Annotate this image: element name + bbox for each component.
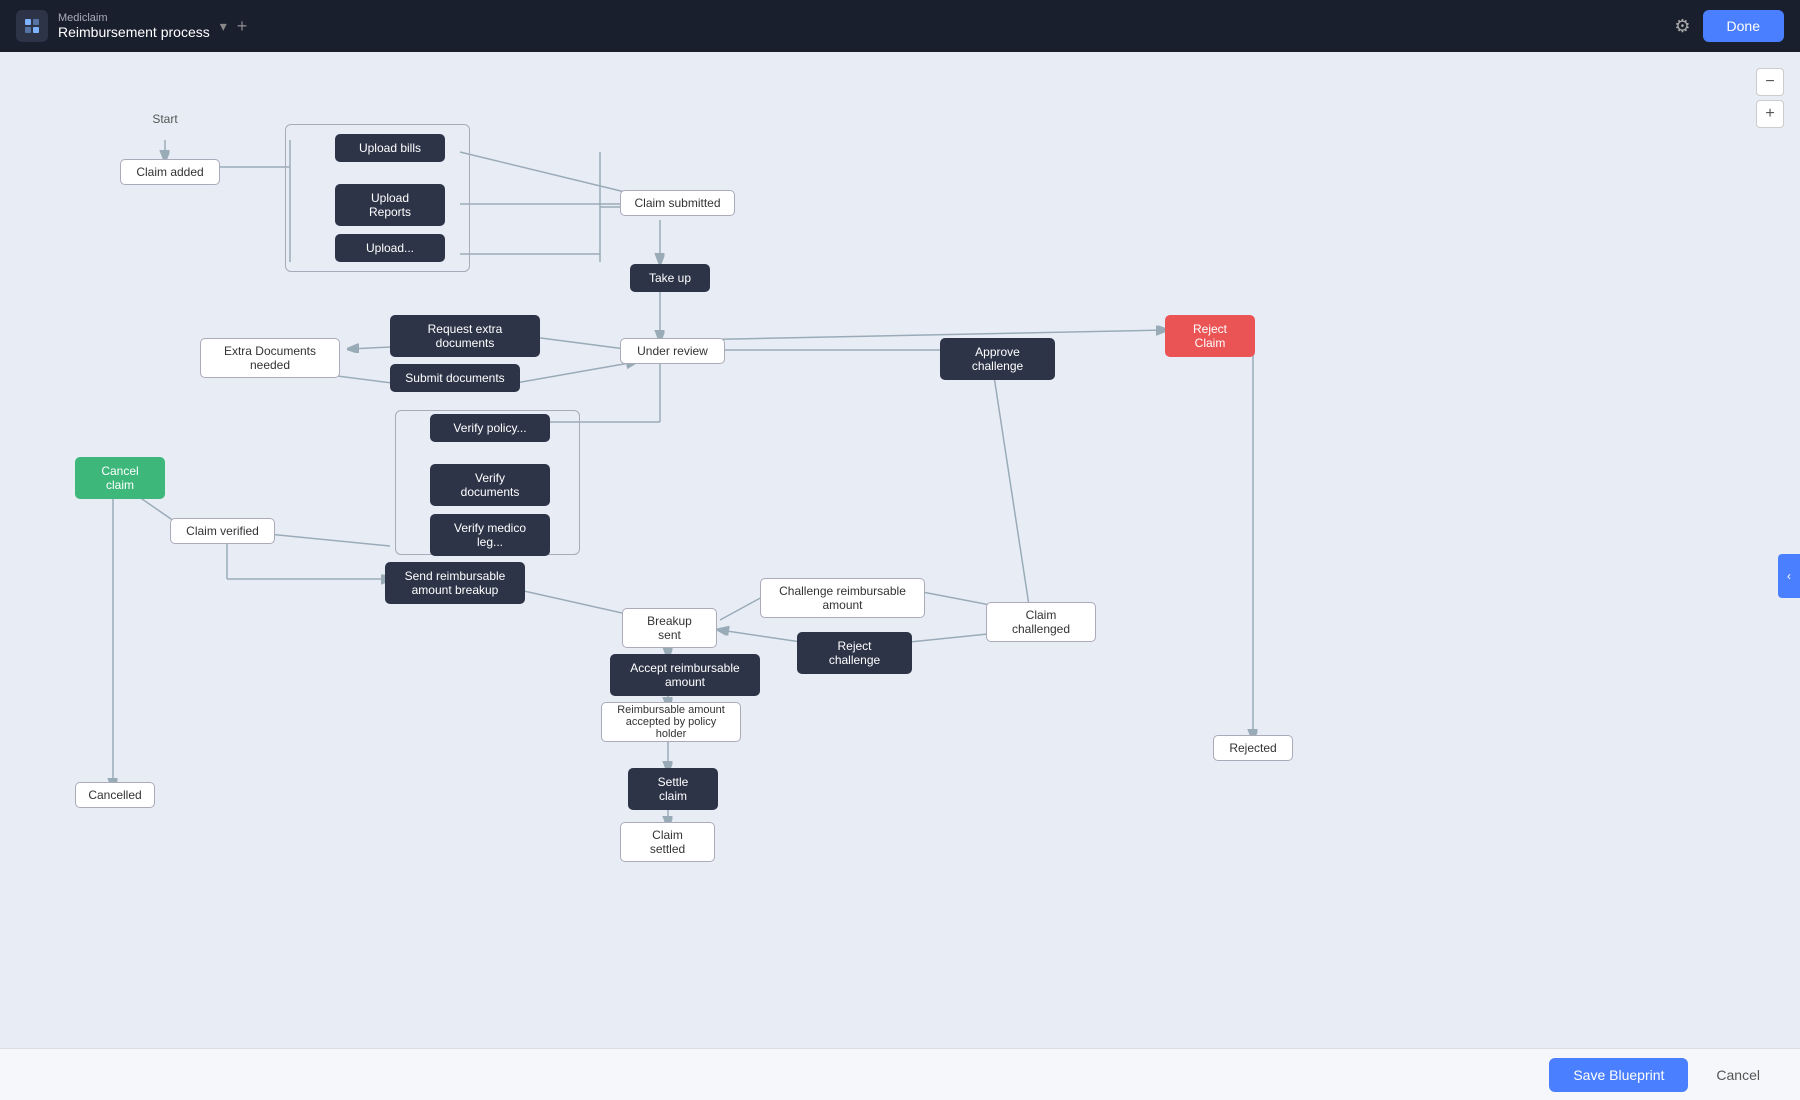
rejected-node[interactable]: Rejected (1213, 735, 1293, 761)
claim-submitted-node[interactable]: Claim submitted (620, 190, 735, 216)
claim-added-node[interactable]: Claim added (120, 159, 220, 185)
canvas: Start Claim added Upload bills Upload Re… (0, 52, 1800, 1100)
claim-settled-node[interactable]: Claim settled (620, 822, 715, 862)
app-icon (16, 10, 48, 42)
reject-claim-node[interactable]: Reject Claim (1165, 315, 1255, 357)
side-panel-toggle[interactable]: ‹ (1778, 554, 1800, 598)
verify-policy-node[interactable]: Verify policy... (430, 414, 550, 442)
upload-other-node[interactable]: Upload... (335, 234, 445, 262)
take-up-node[interactable]: Take up (630, 264, 710, 292)
under-review-node[interactable]: Under review (620, 338, 725, 364)
extra-docs-needed-node[interactable]: Extra Documents needed (200, 338, 340, 378)
cancel-claim-node[interactable]: Cancel claim (75, 457, 165, 499)
claim-verified-node[interactable]: Claim verified (170, 518, 275, 544)
request-extra-docs-node[interactable]: Request extra documents (390, 315, 540, 357)
submit-documents-node[interactable]: Submit documents (390, 364, 520, 392)
done-button[interactable]: Done (1703, 10, 1784, 42)
send-reimbursable-node[interactable]: Send reimbursable amount breakup (385, 562, 525, 604)
bottom-bar: Save Blueprint Cancel (0, 1048, 1800, 1100)
approve-challenge-node[interactable]: Approve challenge (940, 338, 1055, 380)
zoom-out-button[interactable]: − (1756, 68, 1784, 96)
challenge-reimbursable-node[interactable]: Challenge reimbursable amount (760, 578, 925, 618)
gear-icon[interactable]: ⚙ (1674, 16, 1690, 37)
header-left: Mediclaim Reimbursement process ▾ + (16, 10, 247, 42)
add-icon[interactable]: + (237, 16, 248, 37)
start-node: Start (145, 112, 185, 126)
header-titles: Mediclaim Reimbursement process (58, 12, 210, 40)
verify-documents-node[interactable]: Verify documents (430, 464, 550, 506)
header: Mediclaim Reimbursement process ▾ + ⚙ Do… (0, 0, 1800, 52)
verify-medico-node[interactable]: Verify medico leg... (430, 514, 550, 556)
claim-challenged-node[interactable]: Claim challenged (986, 602, 1096, 642)
breakup-sent-node[interactable]: Breakup sent (622, 608, 717, 648)
process-name: Reimbursement process (58, 24, 210, 40)
reimbursable-accepted-node[interactable]: Reimbursable amount accepted by policy h… (601, 702, 741, 742)
save-blueprint-button[interactable]: Save Blueprint (1549, 1058, 1688, 1092)
cancel-button[interactable]: Cancel (1700, 1058, 1776, 1092)
zoom-controls: − + (1756, 68, 1784, 128)
settle-claim-node[interactable]: Settle claim (628, 768, 718, 810)
accept-reimbursable-node[interactable]: Accept reimbursable amount (610, 654, 760, 696)
app-name: Mediclaim (58, 12, 210, 24)
chevron-down-icon[interactable]: ▾ (220, 18, 227, 35)
connections-svg (0, 52, 1800, 1100)
reject-challenge-node[interactable]: Reject challenge (797, 632, 912, 674)
upload-bills-node[interactable]: Upload bills (335, 134, 445, 162)
header-right: ⚙ Done (1674, 10, 1784, 42)
cancelled-node[interactable]: Cancelled (75, 782, 155, 808)
upload-reports-node[interactable]: Upload Reports (335, 184, 445, 226)
zoom-in-button[interactable]: + (1756, 100, 1784, 128)
